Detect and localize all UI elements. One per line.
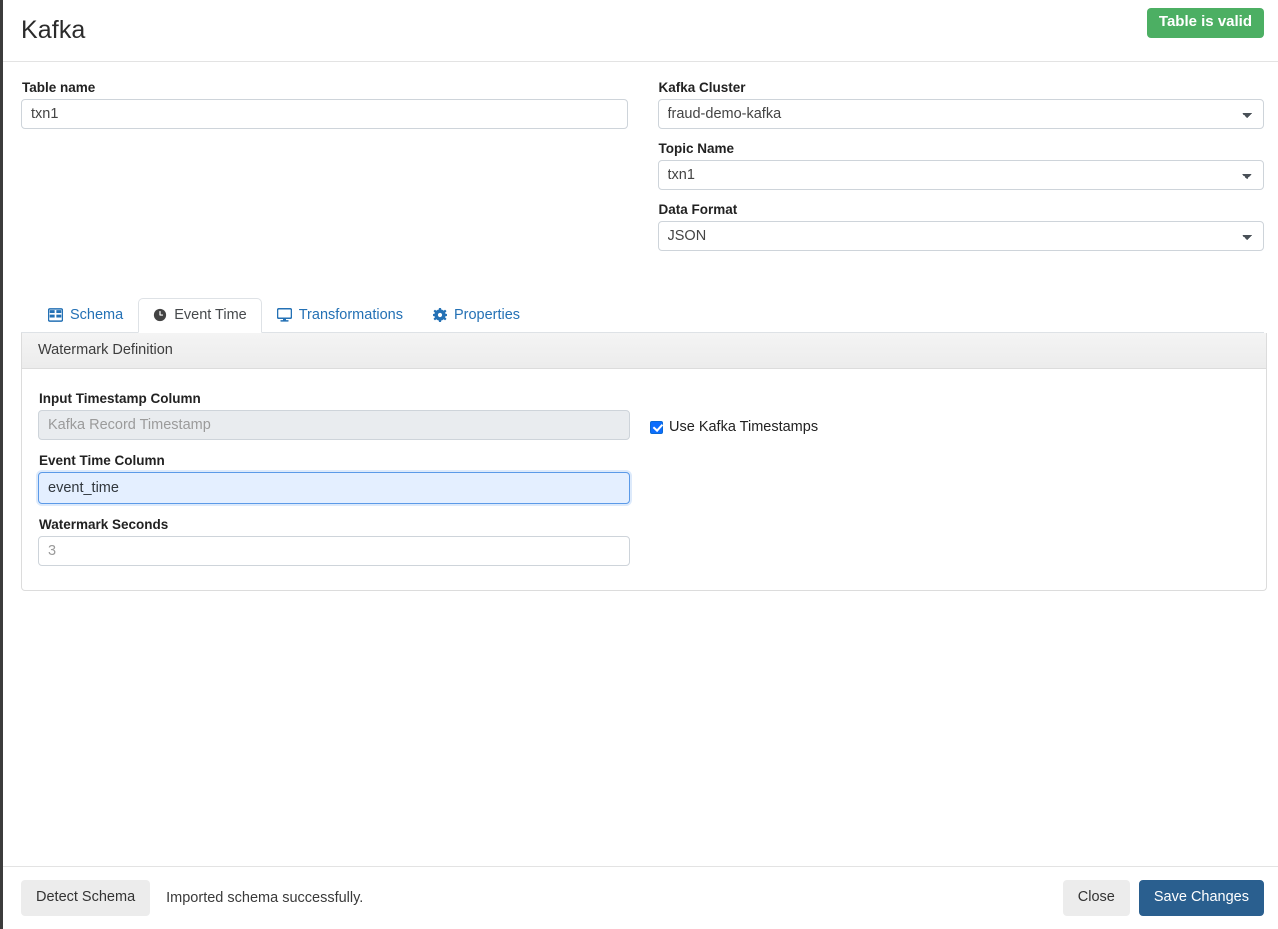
form-column-right: Kafka Cluster fraud-demo-kafka Topic Nam… bbox=[657, 80, 1264, 263]
event-time-column-field-block: Event Time Column bbox=[38, 453, 1250, 504]
table-name-field-block: Table name bbox=[21, 80, 628, 129]
watermark-panel-title: Watermark Definition bbox=[22, 333, 1266, 369]
watermark-definition-card: Watermark Definition Input Timestamp Col… bbox=[21, 333, 1267, 591]
event-time-column-input[interactable] bbox=[38, 472, 630, 504]
modal-body: Table name Kafka Cluster fraud-demo-kafk… bbox=[3, 62, 1278, 866]
watermark-card-body: Input Timestamp Column Use Kafka Timesta… bbox=[22, 369, 1266, 590]
topic-name-field-block: Topic Name txn1 bbox=[657, 141, 1264, 190]
form-column-left: Table name bbox=[21, 80, 628, 263]
status-badge: Table is valid bbox=[1146, 8, 1264, 38]
topic-name-select[interactable]: txn1 bbox=[657, 160, 1264, 190]
gear-icon bbox=[432, 308, 447, 322]
use-kafka-timestamps-checkbox[interactable] bbox=[650, 420, 663, 434]
tab-event-time-label: Event Time bbox=[174, 307, 247, 323]
tab-transformations[interactable]: Transformations bbox=[262, 298, 418, 333]
data-format-select[interactable]: JSON bbox=[657, 221, 1264, 251]
modal-header: Kafka Table is valid bbox=[3, 0, 1278, 62]
table-name-input[interactable] bbox=[21, 99, 628, 129]
page-title: Kafka bbox=[21, 16, 86, 44]
watermark-seconds-input[interactable] bbox=[38, 536, 630, 566]
kafka-cluster-label: Kafka Cluster bbox=[658, 80, 746, 95]
tab-bar: Schema Event Time Transformations Proper… bbox=[21, 295, 1264, 333]
event-time-column-label: Event Time Column bbox=[39, 453, 165, 468]
input-timestamp-field-block: Input Timestamp Column bbox=[38, 391, 630, 440]
kafka-cluster-field-block: Kafka Cluster fraud-demo-kafka bbox=[657, 80, 1264, 129]
top-form-grid: Table name Kafka Cluster fraud-demo-kafk… bbox=[21, 80, 1264, 263]
kafka-cluster-select[interactable]: fraud-demo-kafka bbox=[657, 99, 1264, 129]
detect-schema-button[interactable]: Detect Schema bbox=[21, 880, 151, 916]
save-changes-button[interactable]: Save Changes bbox=[1138, 880, 1264, 916]
data-format-label: Data Format bbox=[658, 202, 738, 217]
monitor-icon bbox=[276, 308, 292, 322]
table-icon bbox=[48, 308, 63, 322]
tab-transformations-label: Transformations bbox=[298, 307, 403, 323]
clock-icon bbox=[153, 308, 167, 322]
footer-actions: Close Save Changes bbox=[1062, 880, 1264, 916]
tab-event-time[interactable]: Event Time bbox=[138, 298, 262, 333]
modal-footer: Detect Schema Imported schema successful… bbox=[3, 866, 1278, 929]
close-button[interactable]: Close bbox=[1062, 880, 1130, 916]
tab-schema[interactable]: Schema bbox=[33, 298, 138, 333]
watermark-seconds-label: Watermark Seconds bbox=[39, 517, 169, 532]
table-name-label: Table name bbox=[22, 80, 96, 95]
data-format-field-block: Data Format JSON bbox=[657, 202, 1264, 251]
kafka-table-modal: Kafka Table is valid Table name Kafka Cl… bbox=[0, 0, 1278, 929]
tab-schema-label: Schema bbox=[70, 307, 124, 323]
use-kafka-timestamps-label: Use Kafka Timestamps bbox=[669, 419, 819, 435]
input-timestamp-column-input bbox=[38, 410, 630, 440]
topic-name-label: Topic Name bbox=[658, 141, 735, 156]
tab-properties[interactable]: Properties bbox=[418, 298, 535, 333]
footer-status-message: Imported schema successfully. bbox=[166, 890, 364, 906]
input-timestamp-column-label: Input Timestamp Column bbox=[39, 391, 201, 406]
input-timestamp-row: Input Timestamp Column Use Kafka Timesta… bbox=[38, 391, 1250, 440]
tab-properties-label: Properties bbox=[453, 307, 521, 323]
watermark-seconds-field-block: Watermark Seconds bbox=[38, 517, 1250, 566]
use-kafka-timestamps-group[interactable]: Use Kafka Timestamps bbox=[650, 419, 818, 440]
